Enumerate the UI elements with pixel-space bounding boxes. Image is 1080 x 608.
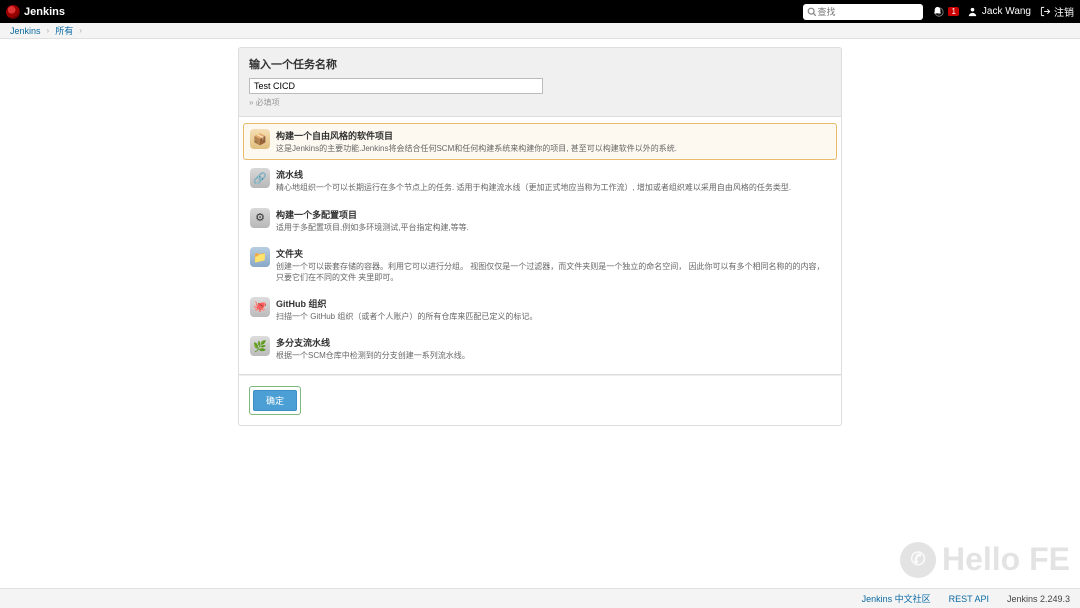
user-menu[interactable]: Jack Wang	[967, 6, 1031, 18]
type-folder[interactable]: 📁 文件夹 创建一个可以嵌套存储的容器。利用它可以进行分组。 视图仅仅是一个过滤…	[243, 241, 837, 289]
item-name-input[interactable]	[249, 78, 543, 94]
type-title: 文件夹	[276, 247, 830, 260]
type-desc: 精心地组织一个可以长期运行在多个节点上的任务. 适用于构建流水线（更加正式地应当…	[276, 183, 830, 193]
chevron-right-icon: ›	[79, 26, 82, 35]
panel-title: 输入一个任务名称	[249, 56, 831, 72]
type-github-org[interactable]: 🐙 GitHub 组织 扫描一个 GitHub 组织（或者个人账户）的所有仓库来…	[243, 291, 837, 328]
ok-button-highlight: 确定	[249, 386, 301, 415]
footer-version: Jenkins 2.249.3	[1007, 594, 1070, 604]
pipeline-icon: 🔗	[250, 168, 270, 188]
jenkins-logo-icon	[6, 5, 20, 19]
bell-icon	[931, 6, 943, 18]
type-title: 构建一个多配置项目	[276, 208, 830, 221]
type-desc: 适用于多配置项目,例如多环境测试,平台指定构建,等等.	[276, 223, 830, 233]
folder-icon: 📁	[250, 247, 270, 267]
type-title: 构建一个自由风格的软件项目	[276, 129, 830, 142]
logout-button[interactable]: 注销	[1039, 4, 1074, 19]
logout-label: 注销	[1054, 4, 1074, 19]
top-bar: Jenkins 1 Jack Wang	[0, 0, 1080, 23]
type-multibranch[interactable]: 🌿 多分支流水线 根据一个SCM仓库中检测到的分支创建一系列流水线。	[243, 330, 837, 367]
type-freestyle[interactable]: 📦 构建一个自由风格的软件项目 这是Jenkins的主要功能.Jenkins将会…	[243, 123, 837, 160]
search-icon	[807, 6, 817, 18]
type-desc: 扫描一个 GitHub 组织（或者个人账户）的所有仓库来匹配已定义的标记。	[276, 312, 830, 322]
watermark: ✆ Hello FE	[900, 541, 1070, 578]
user-icon	[967, 6, 979, 18]
search-input[interactable]	[817, 7, 934, 17]
submit-panel: 确定	[238, 375, 842, 426]
item-type-list: 📦 构建一个自由风格的软件项目 这是Jenkins的主要功能.Jenkins将会…	[238, 117, 842, 375]
watermark-text: Hello FE	[942, 541, 1070, 578]
multibranch-icon: 🌿	[250, 336, 270, 356]
github-icon: 🐙	[250, 297, 270, 317]
breadcrumb-all[interactable]: 所有	[55, 24, 73, 37]
type-pipeline[interactable]: 🔗 流水线 精心地组织一个可以长期运行在多个节点上的任务. 适用于构建流水线（更…	[243, 162, 837, 199]
footer-community-link[interactable]: Jenkins 中文社区	[862, 592, 931, 605]
footer-rest-link[interactable]: REST API	[949, 594, 989, 604]
multiconfig-icon: ⚙	[250, 208, 270, 228]
type-multiconfig[interactable]: ⚙ 构建一个多配置项目 适用于多配置项目,例如多环境测试,平台指定构建,等等.	[243, 202, 837, 239]
logo[interactable]: Jenkins	[6, 5, 65, 19]
notifications[interactable]: 1	[931, 6, 958, 18]
type-desc: 这是Jenkins的主要功能.Jenkins将会结合任何SCM和任何构建系统来构…	[276, 144, 830, 154]
chevron-right-icon: ›	[47, 26, 50, 35]
breadcrumb-jenkins[interactable]: Jenkins	[10, 26, 41, 36]
type-desc: 创建一个可以嵌套存储的容器。利用它可以进行分组。 视图仅仅是一个过滤器，而文件夹…	[276, 262, 830, 283]
notification-badge: 1	[948, 7, 958, 16]
wechat-icon: ✆	[900, 542, 936, 578]
type-title: GitHub 组织	[276, 297, 830, 310]
page-footer: Jenkins 中文社区 REST API Jenkins 2.249.3	[0, 588, 1080, 608]
username: Jack Wang	[982, 6, 1031, 17]
ok-button[interactable]: 确定	[253, 390, 297, 411]
type-desc: 根据一个SCM仓库中检测到的分支创建一系列流水线。	[276, 351, 830, 361]
search-box[interactable]	[803, 4, 923, 20]
logout-icon	[1039, 6, 1051, 18]
logo-text: Jenkins	[24, 6, 65, 18]
type-title: 多分支流水线	[276, 336, 830, 349]
name-panel: 输入一个任务名称 » 必填项	[238, 47, 842, 117]
main-content: 输入一个任务名称 » 必填项 📦 构建一个自由风格的软件项目 这是Jenkins…	[0, 39, 1080, 426]
required-hint: » 必填项	[249, 97, 831, 108]
freestyle-icon: 📦	[250, 129, 270, 149]
breadcrumb: Jenkins › 所有 ›	[0, 23, 1080, 39]
type-title: 流水线	[276, 168, 830, 181]
